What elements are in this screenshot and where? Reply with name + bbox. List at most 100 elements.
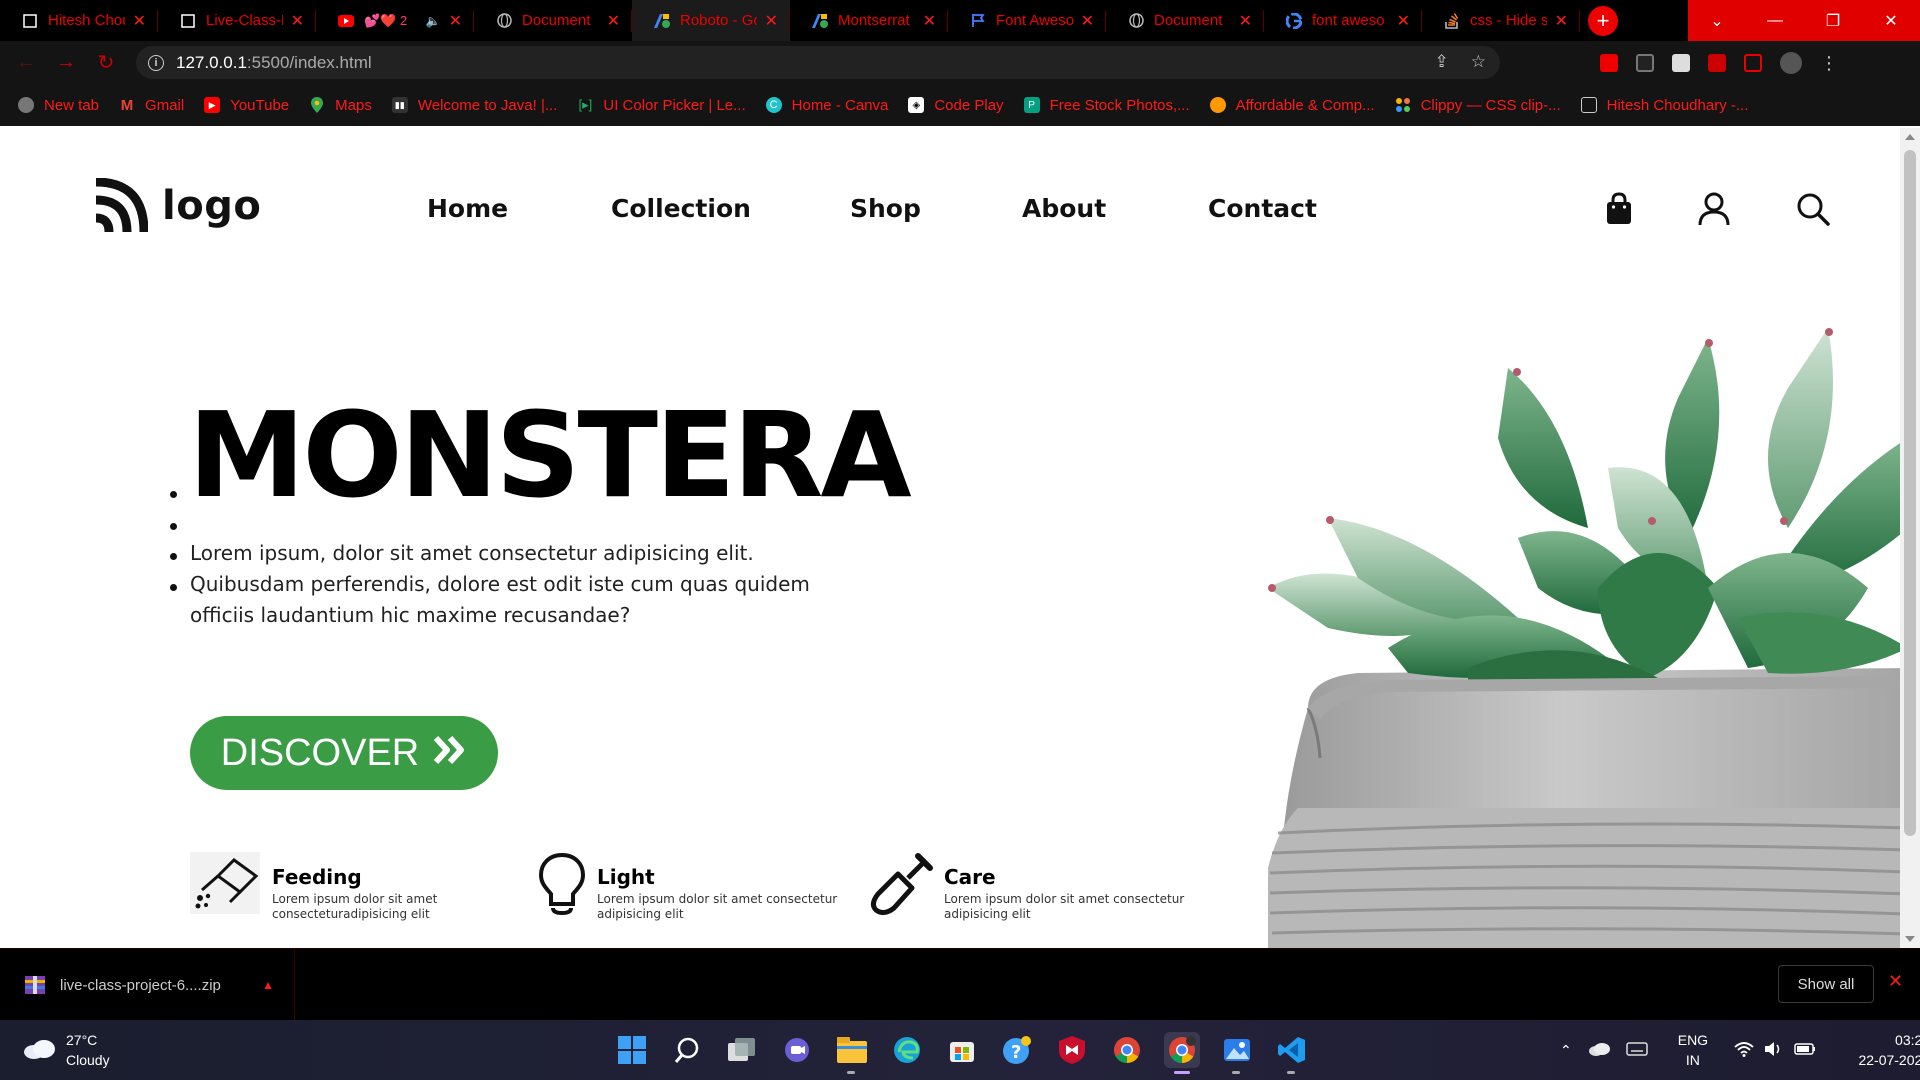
tab-7[interactable]: Document ✕ [1106, 0, 1264, 41]
bookmark-item[interactable]: Maps [309, 97, 372, 114]
close-icon[interactable]: ✕ [1081, 11, 1094, 31]
weather-widget[interactable]: 27°C Cloudy [22, 1030, 110, 1070]
tab-3[interactable]: Document ✕ [474, 0, 632, 41]
help-icon[interactable]: ? [999, 1032, 1035, 1068]
bookmark-item[interactable]: Affordable & Comp... [1209, 97, 1375, 114]
nav-about[interactable]: About [1022, 194, 1106, 223]
tab-4[interactable]: Roboto - Go ✕ [632, 0, 790, 41]
chevron-up-icon[interactable]: ▲ [262, 978, 274, 992]
onedrive-cloud-icon[interactable] [1588, 1042, 1610, 1059]
speaker-icon[interactable]: 🔈 [426, 14, 441, 28]
forward-button[interactable]: → [46, 41, 86, 84]
file-explorer-icon[interactable] [834, 1032, 870, 1074]
bookmark-item[interactable]: New tab [18, 97, 99, 114]
nav-shop[interactable]: Shop [850, 194, 921, 223]
discover-button[interactable]: DISCOVER [190, 716, 498, 790]
tab-8[interactable]: font aweso ✕ [1264, 0, 1422, 41]
photos-icon[interactable] [1219, 1032, 1255, 1074]
extension-pen-icon[interactable] [1636, 54, 1654, 72]
chat-icon[interactable] [779, 1032, 815, 1068]
keyboard-icon[interactable] [1625, 1041, 1648, 1059]
chevron-up-icon[interactable]: ⌃ [1560, 1042, 1572, 1059]
tab-title: font aweso [1312, 12, 1385, 29]
tab-1[interactable]: Live-Class-P ✕ [158, 0, 316, 41]
bookmark-item[interactable]: Clippy — CSS clip-... [1395, 97, 1561, 114]
close-icon[interactable]: ✕ [133, 11, 146, 31]
bookmark-item[interactable]: P Free Stock Photos,... [1023, 97, 1190, 114]
close-icon[interactable]: ✕ [765, 11, 778, 31]
tab-search-icon[interactable]: ⌄ [1688, 0, 1746, 41]
extension-page-icon[interactable] [1672, 54, 1690, 72]
nav-home[interactable]: Home [427, 194, 508, 223]
close-icon[interactable]: ✕ [291, 11, 304, 31]
bookmark-item[interactable]: ▶ YouTube [204, 97, 289, 114]
user-icon[interactable] [1698, 192, 1730, 230]
page-scrollbar[interactable] [1900, 128, 1920, 948]
avatar[interactable] [1780, 52, 1802, 74]
info-icon[interactable]: i [148, 54, 164, 71]
gmail-icon: M [120, 96, 134, 114]
chrome-icon[interactable] [1109, 1032, 1145, 1068]
discover-label: DISCOVER [220, 731, 420, 774]
extension-puzzle-icon[interactable] [1708, 54, 1726, 72]
start-icon[interactable] [614, 1032, 650, 1068]
scroll-down-arrow-icon[interactable] [1905, 936, 1915, 942]
tab-6[interactable]: Font Aweso ✕ [948, 0, 1106, 41]
sidepanel-icon[interactable] [1744, 54, 1762, 72]
tab-5[interactable]: Montserrat ✕ [790, 0, 948, 41]
address-bar[interactable]: i 127.0.0.1:5500/index.html ⇪ ☆ [136, 46, 1500, 79]
bookmark-item[interactable]: M Gmail [119, 97, 184, 114]
tab-9[interactable]: css - Hide s ✕ [1422, 0, 1580, 41]
bookmark-item[interactable]: ◈ Code Play [908, 97, 1004, 114]
feature-desc: Lorem ipsum dolor sit amet consecteturad… [272, 892, 438, 921]
scrollbar-thumb[interactable] [1904, 150, 1916, 836]
clock[interactable]: 03:24 22-07-2022 [1846, 1030, 1920, 1070]
close-window-button[interactable]: ✕ [1862, 0, 1920, 41]
share-icon[interactable]: ⇪ [1435, 52, 1449, 72]
extension-red-icon[interactable] [1600, 54, 1618, 72]
close-icon[interactable]: ✕ [1397, 11, 1410, 31]
close-icon[interactable]: ✕ [1239, 11, 1252, 31]
nav-collection[interactable]: Collection [611, 194, 751, 223]
search-icon[interactable] [1796, 192, 1830, 230]
wifi-icon[interactable] [1734, 1041, 1754, 1060]
nav-contact[interactable]: Contact [1208, 194, 1317, 223]
reload-button[interactable]: ↻ [86, 41, 126, 84]
bookmark-item[interactable]: C Home - Canva [765, 97, 888, 114]
search-icon[interactable] [669, 1032, 705, 1068]
language-indicator[interactable]: ENG IN [1678, 1030, 1708, 1070]
close-icon[interactable]: ✕ [607, 11, 620, 31]
shopping-bag-icon[interactable] [1604, 192, 1634, 230]
volume-icon[interactable] [1764, 1041, 1784, 1060]
bookmark-label: Gmail [145, 96, 185, 114]
running-indicator [1174, 1071, 1190, 1074]
store-icon[interactable] [944, 1032, 980, 1068]
new-tab-button[interactable]: + [1588, 5, 1618, 36]
close-icon[interactable]: ✕ [1555, 11, 1568, 31]
tab-0[interactable]: Hitesh Chou ✕ [0, 0, 158, 41]
close-icon[interactable]: ✕ [1888, 971, 1903, 992]
bookmark-item[interactable]: Hitesh Choudhary -... [1580, 97, 1748, 114]
close-icon[interactable]: ✕ [449, 11, 462, 31]
battery-icon[interactable] [1794, 1042, 1816, 1059]
vscode-icon[interactable] [1274, 1032, 1310, 1074]
hero-text-line: Lorem ipsum, dolor sit amet consectetur … [190, 541, 754, 565]
restore-button[interactable]: ❐ [1804, 0, 1862, 41]
site-logo[interactable]: logo [94, 178, 261, 234]
close-icon[interactable]: ✕ [923, 11, 936, 31]
minimize-button[interactable]: — [1746, 0, 1804, 41]
download-item[interactable]: live-class-project-6....zip ▲ [0, 949, 295, 1021]
bookmark-item[interactable]: ▮▮ Welcome to Java! |... [391, 97, 557, 114]
tab-2[interactable]: 💕❤️ 2 🔈 ✕ [316, 0, 474, 41]
scroll-up-arrow-icon[interactable] [1905, 134, 1915, 140]
show-all-button[interactable]: Show all [1778, 965, 1874, 1003]
mcafee-icon[interactable] [1054, 1032, 1090, 1068]
chrome-profile-icon[interactable] [1164, 1032, 1200, 1074]
menu-icon[interactable]: ⋮ [1820, 53, 1838, 74]
bookmark-star-icon[interactable]: ☆ [1471, 52, 1486, 72]
back-button[interactable]: ← [6, 41, 46, 84]
task-view-icon[interactable] [724, 1032, 760, 1068]
edge-icon[interactable] [889, 1032, 925, 1068]
colorpicker-icon: [▸] [578, 97, 593, 112]
bookmark-item[interactable]: [▸] UI Color Picker | Le... [577, 97, 745, 114]
